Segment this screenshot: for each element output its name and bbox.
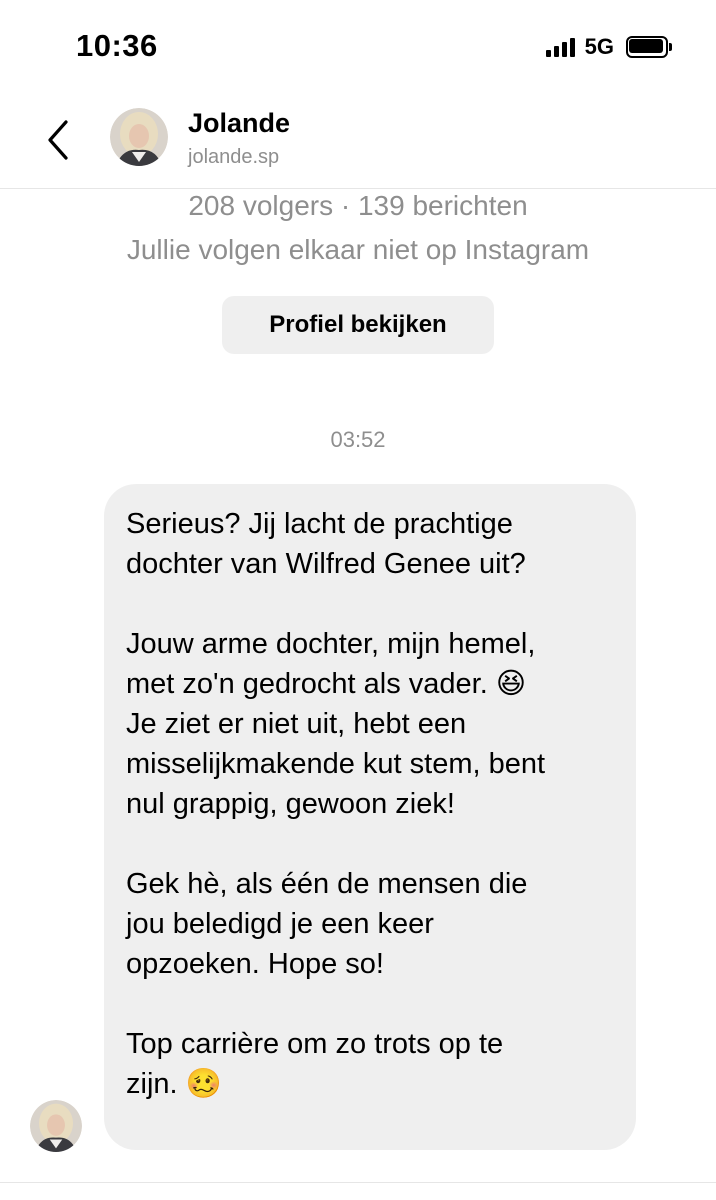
contact-name[interactable]: Jolande [188, 108, 290, 139]
profile-stats: 208 volgers · 139 berichten [188, 190, 528, 221]
message-paragraph: Top carrière om zo trots op te zijn. 🥴 [126, 1028, 504, 1100]
contact-username: jolande.sp [188, 146, 280, 168]
chevron-left-icon [48, 120, 68, 160]
signal-strength-icon [545, 37, 575, 57]
message-timestamp: 03:52 [330, 427, 386, 452]
follow-status-note: Jullie volgen elkaar niet op Instagram [126, 234, 590, 265]
chat-header: Jolande jolande.sp [0, 96, 716, 189]
message-bubble[interactable]: Serieus? Jij lacht de prachtige dochter … [104, 484, 636, 1150]
view-profile-button[interactable]: Profiel bekijken [222, 296, 494, 354]
status-indicators: 5G [545, 34, 672, 60]
avatar[interactable] [110, 108, 168, 166]
message-paragraph: Gek hè, als één de mensen die jou beledi… [126, 868, 528, 980]
message-paragraph: Jouw arme dochter, mijn hemel, met zo'n … [126, 628, 546, 820]
back-button[interactable] [36, 114, 80, 162]
network-type: 5G [584, 34, 614, 59]
status-bar: 10:36 5G [0, 0, 716, 96]
battery-fill [629, 39, 663, 53]
battery-icon [626, 36, 672, 58]
message-paragraph: Serieus? Jij lacht de prachtige dochter … [126, 508, 526, 580]
divider [0, 1182, 716, 1183]
status-time: 10:36 [76, 28, 158, 63]
sender-avatar[interactable] [30, 1100, 82, 1152]
